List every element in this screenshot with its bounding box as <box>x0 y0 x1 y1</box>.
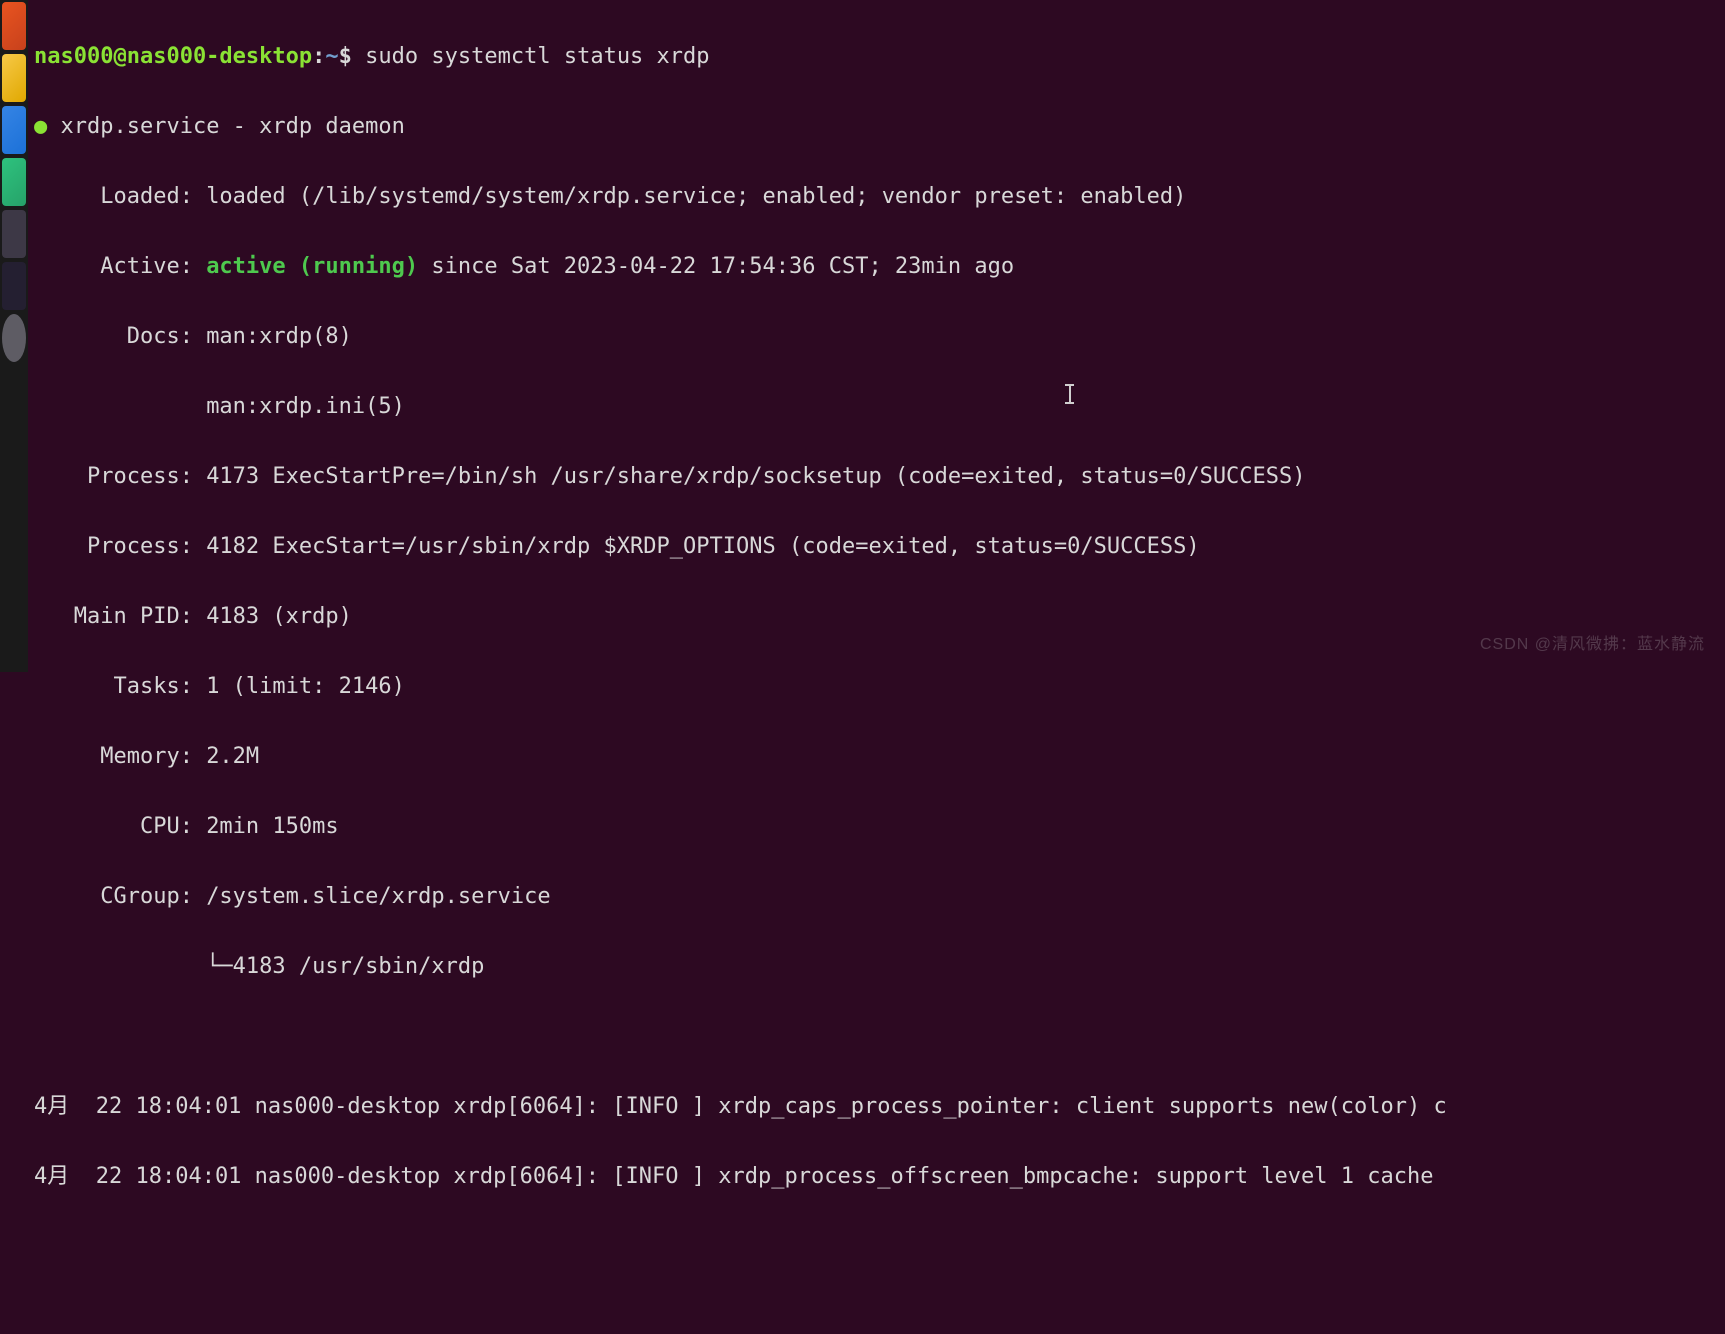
active-label: Active: <box>34 254 206 279</box>
loaded-label: Loaded: <box>34 184 206 209</box>
prompt-sep2: $ <box>339 44 366 69</box>
dock-item-app4[interactable] <box>2 158 26 206</box>
terminal-output[interactable]: nas000@nas000-desktop:~$ sudo systemctl … <box>28 0 1725 672</box>
tasks-line: Tasks: 1 (limit: 2146) <box>34 669 1721 704</box>
docs-label: Docs: <box>34 324 206 349</box>
prompt-sep1: : <box>312 44 325 69</box>
log-line-1: 4月 22 18:04:01 nas000-desktop xrdp[6064]… <box>34 1089 1721 1124</box>
dock-item-app3[interactable] <box>2 106 26 154</box>
cgroup-tree-line: └─4183 /usr/sbin/xrdp <box>34 949 1721 984</box>
mainpid-value: 4183 (xrdp) <box>206 604 352 629</box>
blank-line <box>34 1019 1721 1054</box>
docs-line-1: Docs: man:xrdp(8) <box>34 319 1721 354</box>
tasks-value: 1 (limit: 2146) <box>206 674 405 699</box>
prompt-user-host: nas000@nas000-desktop <box>34 44 312 69</box>
process-value-1: 4173 ExecStartPre=/bin/sh /usr/share/xrd… <box>206 464 1305 489</box>
tasks-label: Tasks: <box>34 674 206 699</box>
memory-line: Memory: 2.2M <box>34 739 1721 774</box>
mainpid-label: Main PID: <box>34 604 206 629</box>
command-text: sudo systemctl status xrdp <box>365 44 709 69</box>
dock-item-files[interactable] <box>2 2 26 50</box>
cpu-value: 2min 150ms <box>206 814 338 839</box>
cgroup-label: CGroup: <box>34 884 206 909</box>
process-line-1: Process: 4173 ExecStartPre=/bin/sh /usr/… <box>34 459 1721 494</box>
memory-label: Memory: <box>34 744 206 769</box>
prompt-line: nas000@nas000-desktop:~$ sudo systemctl … <box>34 39 1721 74</box>
docs-pad <box>34 394 206 419</box>
loaded-value: loaded (/lib/systemd/system/xrdp.service… <box>206 184 1186 209</box>
active-state: active (running) <box>206 254 418 279</box>
prompt-path: ~ <box>325 44 338 69</box>
mainpid-line: Main PID: 4183 (xrdp) <box>34 599 1721 634</box>
active-line: Active: active (running) since Sat 2023-… <box>34 249 1721 284</box>
dock-item-apps[interactable] <box>2 314 26 362</box>
cpu-label: CPU: <box>34 814 206 839</box>
loaded-line: Loaded: loaded (/lib/systemd/system/xrdp… <box>34 179 1721 214</box>
process-value-2: 4182 ExecStart=/usr/sbin/xrdp $XRDP_OPTI… <box>206 534 1199 559</box>
dock-item-app6[interactable] <box>2 262 26 310</box>
cgroup-value: /system.slice/xrdp.service <box>206 884 550 909</box>
docs-value-1: man:xrdp(8) <box>206 324 352 349</box>
process-line-2: Process: 4182 ExecStart=/usr/sbin/xrdp $… <box>34 529 1721 564</box>
dock-item-app2[interactable] <box>2 54 26 102</box>
process-label-2: Process: <box>34 534 206 559</box>
process-label-1: Process: <box>34 464 206 489</box>
docs-line-2: man:xrdp.ini(5) <box>34 389 1721 424</box>
dock <box>0 0 28 672</box>
dock-item-terminal[interactable] <box>2 210 26 258</box>
docs-value-2: man:xrdp.ini(5) <box>206 394 405 419</box>
watermark-text: CSDN @清风微拂：蓝水静流 <box>1480 627 1705 662</box>
unit-header-line: ● xrdp.service - xrdp daemon <box>34 109 1721 144</box>
cgroup-line: CGroup: /system.slice/xrdp.service <box>34 879 1721 914</box>
log-line-2: 4月 22 18:04:01 nas000-desktop xrdp[6064]… <box>34 1159 1721 1194</box>
memory-value: 2.2M <box>206 744 259 769</box>
unit-name: xrdp.service - xrdp daemon <box>47 114 405 139</box>
active-since: since Sat 2023-04-22 17:54:36 CST; 23min… <box>418 254 1014 279</box>
status-bullet-icon: ● <box>34 114 47 139</box>
cpu-line: CPU: 2min 150ms <box>34 809 1721 844</box>
